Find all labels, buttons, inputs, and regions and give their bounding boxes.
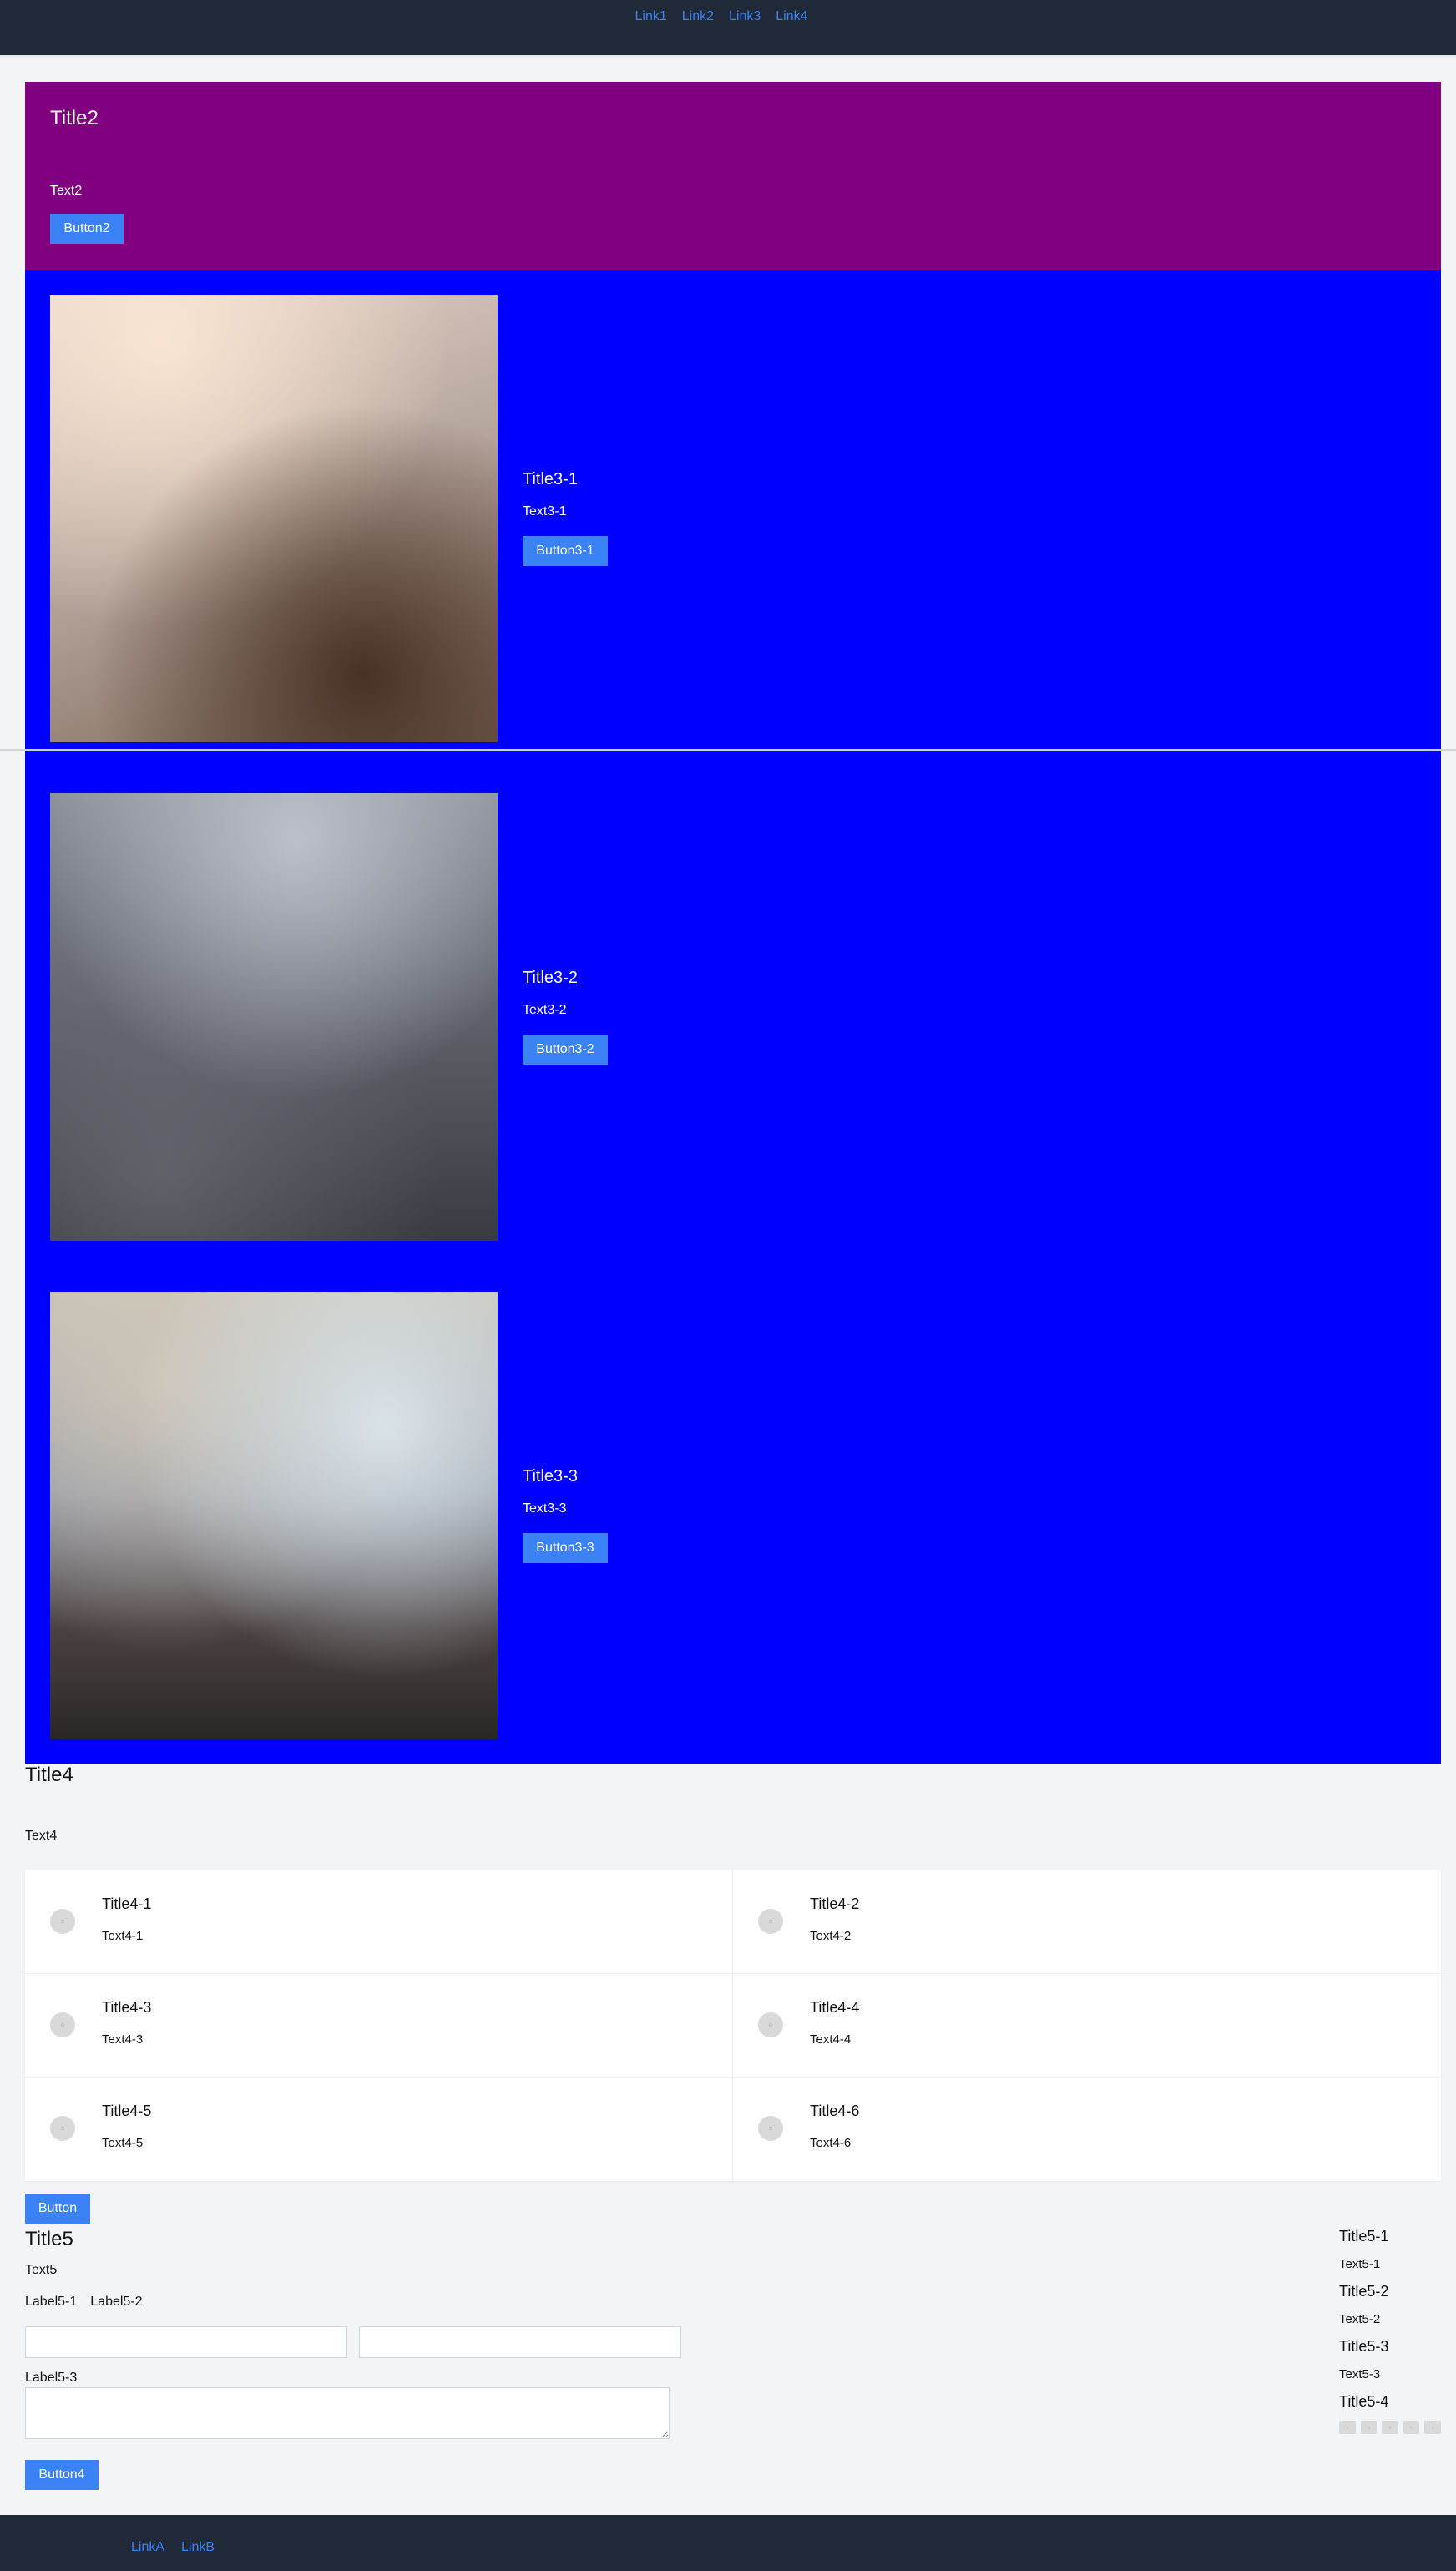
footer: LinkA LinkB	[0, 2515, 1456, 2571]
features-section: Title3-1 Text3-1 Button3-1 Title3-2 Text…	[25, 270, 1441, 1764]
feature-button-2[interactable]: Button3-2	[523, 1035, 608, 1065]
feature-item-2: Title3-2 Text3-2 Button3-2	[50, 793, 1416, 1241]
hero-text: Text2	[50, 184, 83, 198]
feature-image-1	[50, 295, 498, 742]
section4-item-3: ○ Title4-3 Text4-3	[25, 1974, 733, 2078]
section4-item-title-2: Title4-2	[810, 1895, 860, 1912]
feature-content-3: Title3-3 Text3-3 Button3-3	[523, 1467, 608, 1563]
section4-item-title-4: Title4-4	[810, 1999, 860, 2016]
feature-text-2: Text3-2	[523, 1003, 567, 1017]
section-divider	[0, 749, 1456, 751]
section4-item-1: ○ Title4-1 Text4-1	[25, 1870, 733, 1974]
section4-item-title-3: Title4-3	[102, 1999, 152, 2016]
section4-item-title-1: Title4-1	[102, 1895, 152, 1912]
feature-title-3: Title3-3	[523, 1467, 578, 1485]
footer-link-a[interactable]: LinkA	[131, 2540, 164, 2555]
avatar-icon: ○	[50, 2116, 75, 2141]
feature-image-3	[50, 1292, 498, 1739]
footer-links: LinkA LinkB	[131, 2540, 215, 2555]
aside-title-3: Title5-3	[1339, 2338, 1389, 2355]
mini-image-icon: ▫	[1403, 2421, 1420, 2434]
aside-title-2: Title5-2	[1339, 2283, 1389, 2300]
mini-image-icon: ▫	[1424, 2421, 1441, 2434]
section4-grid: ○ Title4-1 Text4-1 ○ Title4-2 Text4-2 ○ …	[25, 1870, 1441, 2181]
section5-text: Text5	[25, 2263, 58, 2277]
feature-text-1: Text3-1	[523, 504, 567, 519]
feature-item-3: Title3-3 Text3-3 Button3-3	[50, 1292, 1416, 1739]
section4-item-6: ○ Title4-6 Text4-6	[733, 2078, 1441, 2181]
aside-title-4: Title5-4	[1339, 2393, 1389, 2410]
section4-item-text-1: Text4-1	[102, 1929, 144, 1943]
section5-label-1: Label5-1	[25, 2295, 78, 2309]
feature-item-1: Title3-1 Text3-1 Button3-1	[50, 295, 1416, 742]
feature-text-3: Text3-3	[523, 1501, 567, 1516]
aside-title-1: Title5-1	[1339, 2228, 1389, 2245]
section5-label-2: Label5-2	[90, 2295, 143, 2309]
section4-text: Text4	[25, 1829, 58, 1843]
feature-image-2	[50, 793, 498, 1241]
footer-link-b[interactable]: LinkB	[181, 2540, 215, 2555]
aside-text-3: Text5-3	[1339, 2367, 1381, 2381]
section5-label-3: Label5-3	[25, 2371, 78, 2385]
section4-item-title-5: Title4-5	[102, 2103, 152, 2119]
section4-item-2: ○ Title4-2 Text4-2	[733, 1870, 1441, 1974]
feature-content-2: Title3-2 Text3-2 Button3-2	[523, 969, 608, 1065]
feature-button-3[interactable]: Button3-3	[523, 1533, 608, 1563]
section4-item-title-6: Title4-6	[810, 2103, 860, 2119]
avatar-icon: ○	[758, 2012, 783, 2037]
section5-textarea[interactable]	[25, 2387, 670, 2439]
mini-image-icon: ▫	[1360, 2421, 1378, 2434]
hero-button[interactable]: Button2	[50, 214, 124, 244]
hero-section: Title2 Text2 Button2	[25, 82, 1441, 270]
feature-title-1: Title3-1	[523, 470, 578, 488]
section5-title: Title5	[25, 2228, 73, 2250]
aside-text-1: Text5-1	[1339, 2257, 1381, 2271]
mini-image-icon: ▫	[1382, 2421, 1398, 2434]
section4-item-text-3: Text4-3	[102, 2032, 144, 2047]
section4-grid-card: ○ Title4-1 Text4-1 ○ Title4-2 Text4-2 ○ …	[25, 1870, 1441, 2181]
aside-mini-icons: ▫ ▫ ▫ ▫ ▫	[1339, 2421, 1441, 2434]
section5-aside: Title5-1 Text5-1 Title5-2 Text5-2 Title5…	[1339, 2228, 1441, 2434]
top-nav-link-2[interactable]: Link2	[682, 9, 714, 24]
top-navigation-bar: Link1 Link2 Link3 Link4	[0, 0, 1456, 55]
section5: Title5 Text5 Label5-1 Label5-2 Label5-3 …	[25, 2228, 1441, 2528]
top-nav-link-4[interactable]: Link4	[776, 9, 807, 24]
top-divider	[0, 55, 1456, 57]
section4-item-text-4: Text4-4	[810, 2032, 852, 2047]
standalone-button[interactable]: Button	[25, 2194, 90, 2224]
section5-input-1[interactable]	[25, 2326, 347, 2358]
feature-button-1[interactable]: Button3-1	[523, 536, 608, 566]
top-nav-links: Link1 Link2 Link3 Link4	[635, 9, 808, 24]
aside-text-2: Text5-2	[1339, 2312, 1381, 2326]
section5-submit-button[interactable]: Button4	[25, 2460, 99, 2490]
section4-item-text-2: Text4-2	[810, 1929, 852, 1943]
avatar-icon: ○	[758, 1909, 783, 1934]
section4-item-5: ○ Title4-5 Text4-5	[25, 2078, 733, 2181]
top-nav-link-3[interactable]: Link3	[729, 9, 761, 24]
section4-item-text-6: Text4-6	[810, 2136, 852, 2150]
mini-image-icon: ▫	[1339, 2421, 1356, 2434]
section5-labels: Label5-1 Label5-2	[25, 2295, 143, 2310]
avatar-icon: ○	[50, 2012, 75, 2037]
hero-title: Title2	[50, 107, 99, 129]
section4-title: Title4	[25, 1764, 73, 1786]
section4-item-4: ○ Title4-4 Text4-4	[733, 1974, 1441, 2078]
top-nav-link-1[interactable]: Link1	[635, 9, 667, 24]
feature-title-2: Title3-2	[523, 969, 578, 987]
feature-content-1: Title3-1 Text3-1 Button3-1	[523, 470, 608, 566]
avatar-icon: ○	[50, 1909, 75, 1934]
avatar-icon: ○	[758, 2116, 783, 2141]
section5-input-2[interactable]	[359, 2326, 681, 2358]
section4-item-text-5: Text4-5	[102, 2136, 144, 2150]
